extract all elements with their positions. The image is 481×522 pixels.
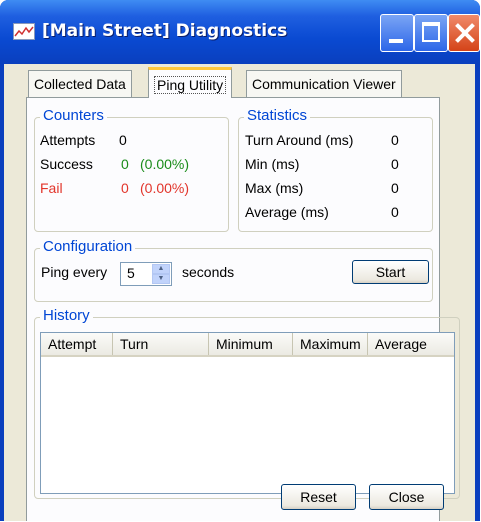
history-title: History [40,307,93,324]
tab-label: Collected Data [34,76,126,92]
ping-interval-stepper[interactable]: 5 ▲ ▼ [120,262,172,286]
tab-collected-data[interactable]: Collected Data [28,70,132,97]
start-button[interactable]: Start [352,260,429,284]
tab-ping-utility[interactable]: Ping Utility [148,67,233,98]
column-minimum[interactable]: Minimum [209,333,293,355]
diagnostics-window: [Main Street] Diagnostics Collected Data… [0,0,480,521]
maximize-button[interactable] [414,14,448,52]
column-average[interactable]: Average [368,333,454,355]
max-label: Max (ms) [245,180,304,196]
success-percent: (0.00%) [140,156,190,172]
fail-label: Fail [40,180,63,196]
reset-button[interactable]: Reset [281,484,356,510]
close-button[interactable]: Close [369,484,444,510]
history-list[interactable]: Attempt Turn Minimum Maximum Average [40,332,455,494]
turn-around-label: Turn Around (ms) [245,132,354,148]
average-value: 0 [391,204,399,220]
column-maximum[interactable]: Maximum [293,333,368,355]
interval-value: 5 [127,265,135,281]
counters-title: Counters [40,107,107,124]
turn-around-value: 0 [391,132,399,148]
app-chart-icon [13,23,35,40]
average-label: Average (ms) [245,204,329,220]
attempts-value: 0 [119,132,127,148]
tab-label: Communication Viewer [252,76,396,92]
tab-label: Ping Utility [154,76,227,94]
close-window-button[interactable] [448,14,480,52]
fail-percent: (0.00%) [140,180,190,196]
column-attempt[interactable]: Attempt [41,333,113,355]
history-list-header: Attempt Turn Minimum Maximum Average [41,333,454,357]
tab-communication-viewer[interactable]: Communication Viewer [246,70,402,97]
ping-utility-panel: Counters Attempts 0 Success 0 (0.00%) Fa… [26,97,460,521]
seconds-label: seconds [182,264,235,280]
success-value: 0 [121,156,129,172]
max-value: 0 [391,180,399,196]
counters-group: Counters Attempts 0 Success 0 (0.00%) Fa… [34,107,229,232]
ping-every-label: Ping every [41,264,108,280]
window-client-area: Collected Data Ping Utility Communicatio… [4,64,475,521]
configuration-title: Configuration [40,238,136,255]
column-turn[interactable]: Turn [113,333,209,355]
statistics-group: Statistics Turn Around (ms) 0 Min (ms) 0… [238,107,433,232]
min-label: Min (ms) [245,156,300,172]
attempts-label: Attempts [40,132,96,148]
minimize-button[interactable] [380,14,414,52]
history-group: History Attempt Turn Minimum Maximum Ave… [34,307,460,499]
success-label: Success [40,156,93,172]
window-title: [Main Street] Diagnostics [42,21,288,41]
statistics-title: Statistics [244,107,311,124]
spin-down-icon[interactable]: ▼ [152,274,170,284]
configuration-group: Configuration Ping every 5 ▲ ▼ seconds S… [34,238,433,302]
spin-up-icon[interactable]: ▲ [152,264,170,274]
min-value: 0 [391,156,399,172]
spin-buttons: ▲ ▼ [152,264,170,284]
fail-value: 0 [121,180,129,196]
title-bar[interactable]: [Main Street] Diagnostics [0,0,480,64]
